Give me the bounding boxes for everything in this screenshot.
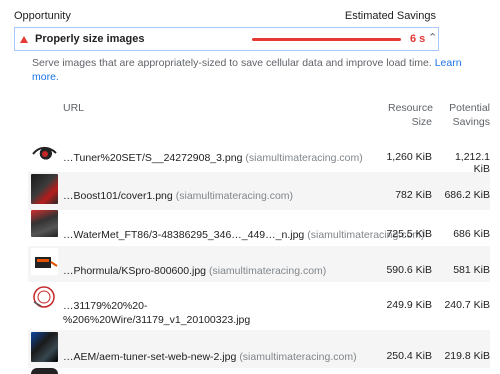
resource-size-value: 250.4 KiB <box>386 350 432 362</box>
table-row: …Tuner%20SET/S__24272908_3.png (siamultim… <box>28 134 490 175</box>
image-thumbnail <box>31 174 58 204</box>
table-row: …WaterMet_FT86/3-48386295_346…_449…_n.jp… <box>28 210 490 246</box>
potential-savings-column-header: Potential Savings <box>449 102 490 128</box>
image-thumbnail <box>31 140 58 167</box>
savings-value: 6 s <box>410 33 426 45</box>
opportunity-panel: Opportunity Estimated Savings Properly s… <box>0 0 500 374</box>
description-text: Serve images that are appropriately-size… <box>32 57 432 69</box>
potential-savings-value: 686.2 KiB <box>444 189 490 201</box>
resource-url[interactable]: …31179%20%20- %206%20Wire/31179_v1_201003… <box>63 299 250 327</box>
image-thumbnail <box>31 368 58 374</box>
resource-size-value: 725.5 KiB <box>386 228 432 240</box>
resource-url[interactable]: …Tuner%20SET/S__24272908_3.png (siamultim… <box>63 151 363 165</box>
image-thumbnail <box>31 210 58 237</box>
resource-size-value: 590.6 KiB <box>386 264 432 276</box>
potential-savings-value: 686 KiB <box>453 228 490 240</box>
audit-properly-size-images[interactable]: Properly size images 6 s ⌃ <box>14 27 439 51</box>
resource-size-value: 249.9 KiB <box>386 299 432 311</box>
opportunity-column-label: Opportunity <box>14 10 71 22</box>
image-thumbnail <box>31 284 58 311</box>
resource-size-value: 1,260 KiB <box>386 151 432 163</box>
potential-savings-value: 581 KiB <box>453 264 490 276</box>
audit-description: Serve images that are appropriately-size… <box>32 56 472 84</box>
url-column-header: URL <box>63 102 85 114</box>
audit-title: Properly size images <box>35 33 145 45</box>
resource-url[interactable]: …Phormula/KSpro-800600.jpg (siamultimater… <box>63 264 326 278</box>
chevron-up-icon[interactable]: ⌃ <box>428 31 437 44</box>
table-row: …Boost101/cover1.png (siamultimateracing.… <box>28 172 490 210</box>
warning-triangle-icon <box>20 35 28 43</box>
potential-savings-value: 219.8 KiB <box>444 350 490 362</box>
resource-size-column-header: Resource Size <box>388 102 433 128</box>
image-thumbnail <box>31 332 58 362</box>
table-row: …AEM/aem-tuner-set-web-new-2.jpg (siamult… <box>28 330 490 368</box>
opportunity-header: Opportunity Estimated Savings <box>14 10 436 22</box>
resource-url[interactable]: …Boost101/cover1.png (siamultimateracing.… <box>63 189 293 203</box>
table-row: …31179%20%20- %206%20Wire/31179_v1_201003… <box>28 282 490 330</box>
image-thumbnail <box>31 248 58 275</box>
resource-size-value: 782 KiB <box>395 189 432 201</box>
estimated-savings-column-label: Estimated Savings <box>344 10 436 22</box>
table-row: …Phormula/KSpro-800600.jpg (siamultimater… <box>28 246 490 282</box>
resource-url[interactable]: …AEM/aem-tuner-set-web-new-2.jpg (siamult… <box>63 350 357 364</box>
savings-bar <box>252 38 401 41</box>
potential-savings-value: 240.7 KiB <box>444 299 490 311</box>
